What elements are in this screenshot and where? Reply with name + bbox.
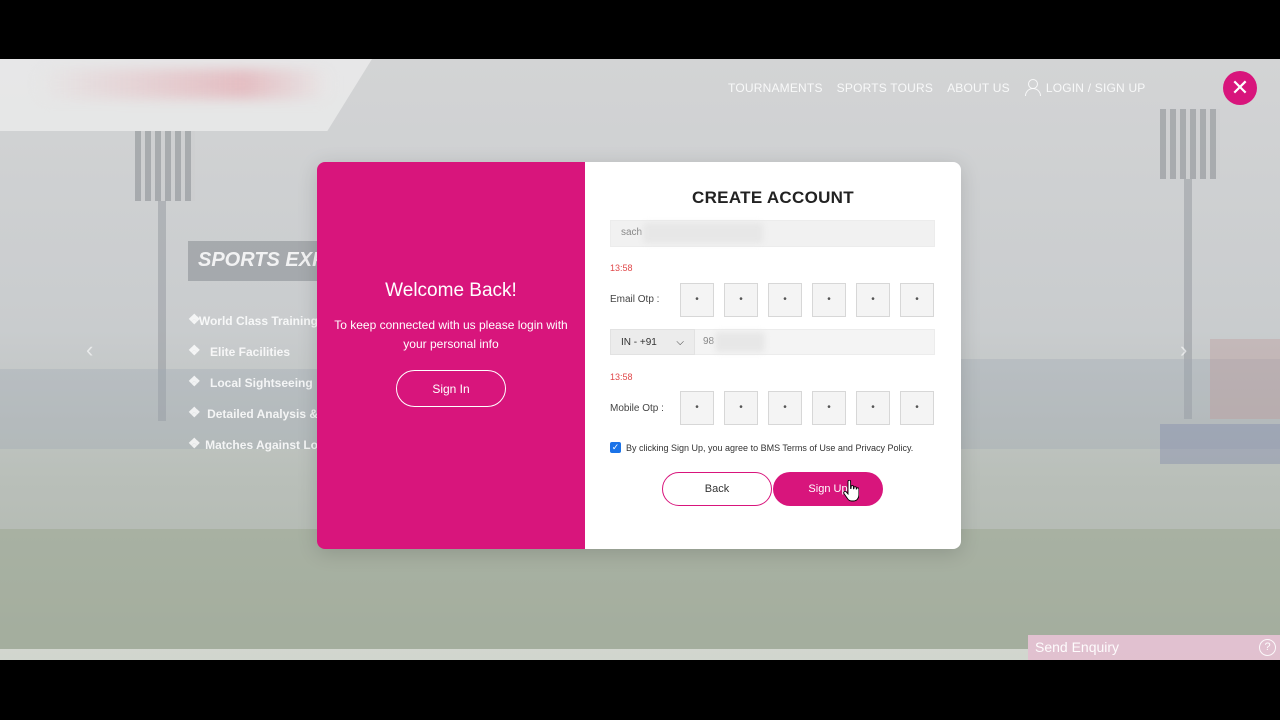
diamond-icon (188, 311, 200, 328)
mobile-otp-inputs: • • • • • • (680, 391, 934, 425)
nav-sports-tours[interactable]: SPORTS TOURS (837, 81, 933, 95)
slider-prev-icon[interactable]: ‹ (86, 337, 93, 363)
logo-band (0, 59, 372, 131)
hand-cursor-icon (843, 480, 859, 502)
diamond-icon (188, 342, 202, 359)
list-item: Elite Facilities (188, 336, 318, 367)
stadium-roof (1210, 339, 1280, 419)
email-otp-label: Email Otp : (610, 294, 660, 305)
logo[interactable] (40, 69, 330, 99)
create-account-panel: CREATE ACCOUNT sach 13:58 Email Otp : • … (585, 162, 961, 549)
list-item: World Class Training (188, 305, 318, 336)
nav-login-signup[interactable]: LOGIN / SIGN UP (1024, 79, 1146, 96)
mobile-otp-digit[interactable]: • (900, 391, 934, 425)
terms-row: ✓ By clicking Sign Up, you agree to BMS … (610, 442, 913, 453)
phone-row: IN - +91 ⌵ 98 (610, 329, 935, 355)
mobile-otp-digit[interactable]: • (680, 391, 714, 425)
send-enquiry-label: Send Enquiry (1035, 639, 1120, 655)
close-icon[interactable]: ✕ (1223, 71, 1257, 105)
top-nav: TOURNAMENTS SPORTS TOURS ABOUT US LOGIN … (728, 79, 1146, 96)
welcome-text: To keep connected with us please login w… (334, 318, 568, 351)
stadium-banner (1160, 424, 1280, 464)
signup-modal: Welcome Back! To keep connected with us … (317, 162, 961, 549)
diamond-icon (188, 404, 201, 421)
mobile-otp-digit[interactable]: • (768, 391, 802, 425)
chevron-down-icon: ⌵ (676, 336, 684, 348)
login-label: LOGIN / SIGN UP (1045, 80, 1146, 95)
mobile-otp-label: Mobile Otp : (610, 403, 664, 414)
feature-label: World Class Training (198, 313, 318, 328)
section-title: SPORTS EXP (188, 241, 328, 281)
email-otp-digit[interactable]: • (856, 283, 890, 317)
send-enquiry-button[interactable]: Send Enquiry ? (1028, 635, 1280, 660)
redaction-blur (643, 223, 763, 243)
feature-label: Matches Against Lo (205, 437, 318, 452)
user-icon (1024, 79, 1041, 96)
email-otp-inputs: • • • • • • (680, 283, 934, 317)
email-value: sach (621, 227, 643, 238)
mobile-otp-digit[interactable]: • (724, 391, 758, 425)
diamond-icon (188, 373, 202, 390)
country-code-select[interactable]: IN - +91 ⌵ (610, 329, 695, 355)
country-code-value: IN - +91 (621, 336, 657, 348)
slider-next-icon[interactable]: › (1180, 337, 1187, 363)
email-otp-digit[interactable]: • (768, 283, 802, 317)
nav-about-us[interactable]: ABOUT US (947, 81, 1010, 95)
floodlight (1160, 109, 1220, 179)
back-button[interactable]: Back (662, 472, 772, 506)
list-item: Local Sightseeing (188, 367, 318, 398)
floodlight (135, 131, 195, 201)
sign-up-button[interactable]: Sign Up (773, 472, 883, 506)
email-otp-digit[interactable]: • (900, 283, 934, 317)
feature-label: Local Sightseeing (210, 375, 313, 390)
help-icon[interactable]: ? (1259, 639, 1276, 656)
email-otp-digit[interactable]: • (724, 283, 758, 317)
page-background: TOURNAMENTS SPORTS TOURS ABOUT US LOGIN … (0, 59, 1280, 660)
welcome-title: Welcome Back! (385, 280, 517, 301)
bottom-strip (0, 649, 1028, 660)
list-item: Matches Against Lo (188, 429, 318, 460)
terms-checkbox[interactable]: ✓ (610, 442, 621, 453)
mobile-otp-timer: 13:58 (610, 372, 633, 382)
feature-list: World Class Training Elite Facilities Lo… (188, 305, 318, 460)
form-title: CREATE ACCOUNT (692, 188, 854, 207)
mobile-otp-digit[interactable]: • (856, 391, 890, 425)
phone-value: 98 (703, 336, 715, 347)
email-otp-digit[interactable]: • (812, 283, 846, 317)
welcome-panel: Welcome Back! To keep connected with us … (317, 162, 585, 549)
mobile-otp-digit[interactable]: • (812, 391, 846, 425)
email-otp-timer: 13:58 (610, 263, 633, 273)
feature-label: Detailed Analysis & (207, 406, 318, 421)
terms-text: By clicking Sign Up, you agree to BMS Te… (626, 442, 914, 453)
feature-label: Elite Facilities (210, 344, 291, 359)
redaction-blur (715, 332, 765, 352)
sign-in-button[interactable]: Sign In (396, 370, 506, 407)
email-otp-digit[interactable]: • (680, 283, 714, 317)
diamond-icon (188, 435, 201, 452)
list-item: Detailed Analysis & (188, 398, 318, 429)
nav-tournaments[interactable]: TOURNAMENTS (728, 81, 823, 95)
